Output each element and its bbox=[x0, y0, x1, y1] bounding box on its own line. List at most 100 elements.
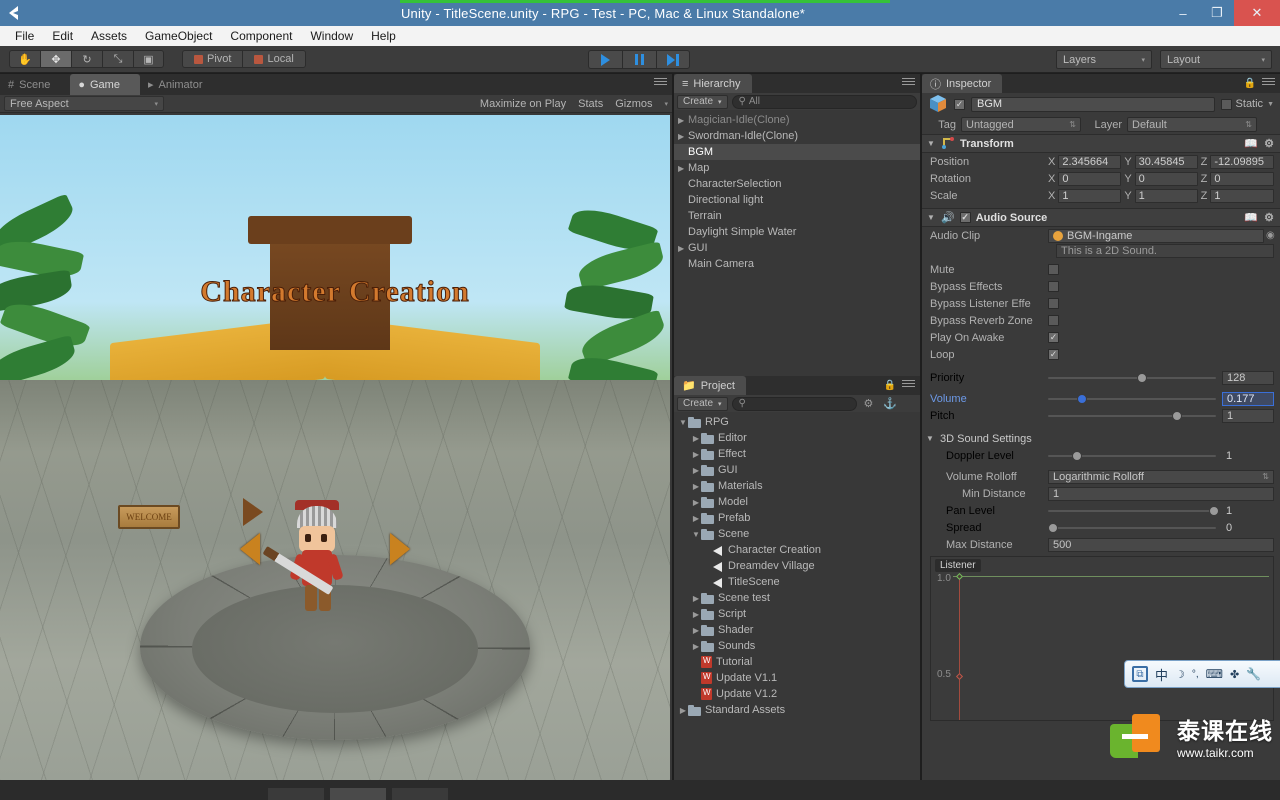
panel-options-icon[interactable] bbox=[1262, 78, 1275, 88]
gear-icon[interactable]: ⚙ bbox=[1264, 211, 1274, 224]
hierarchy-create-button[interactable]: Create ▾ bbox=[677, 94, 728, 109]
hand-tool-icon[interactable]: ✋ bbox=[9, 50, 40, 68]
menu-assets[interactable]: Assets bbox=[82, 27, 136, 45]
project-item-update-v11[interactable]: Update V1.1 bbox=[674, 670, 920, 686]
gizmos-dropdown[interactable]: Gizmos bbox=[615, 98, 652, 110]
scale-x-field[interactable]: 1 bbox=[1058, 188, 1122, 203]
doppler-level-slider[interactable] bbox=[1048, 449, 1216, 463]
maximize-on-play-toggle[interactable]: Maximize on Play bbox=[480, 98, 566, 110]
project-item-character-creation[interactable]: Character Creation bbox=[674, 542, 920, 558]
project-item-standard-assets[interactable]: ▶ Standard Assets bbox=[674, 702, 920, 718]
tag-dropdown[interactable]: Untagged ⇅ bbox=[961, 117, 1081, 132]
soft-keyboard-icon[interactable]: ⌨ bbox=[1206, 667, 1223, 681]
stats-toggle[interactable]: Stats bbox=[578, 98, 603, 110]
menu-edit[interactable]: Edit bbox=[43, 27, 82, 45]
project-search-input[interactable]: ⚲ bbox=[731, 396, 857, 411]
gear-icon[interactable]: ⚙ bbox=[1264, 137, 1274, 150]
foldout-arrow-icon[interactable]: ▼ bbox=[926, 434, 935, 443]
bypass-reverb-zones-checkbox[interactable] bbox=[1048, 315, 1059, 326]
object-name-input[interactable]: BGM bbox=[971, 96, 1215, 112]
bypass-listener-effects-checkbox[interactable] bbox=[1048, 298, 1059, 309]
foldout-arrow-icon[interactable]: ▼ bbox=[927, 213, 936, 222]
static-checkbox[interactable] bbox=[1220, 98, 1232, 110]
aspect-ratio-dropdown[interactable]: Free Aspect ▾ bbox=[4, 96, 164, 111]
pitch-slider[interactable] bbox=[1048, 409, 1216, 423]
expand-arrow-icon[interactable]: ▶ bbox=[678, 132, 688, 141]
tab-game[interactable]: ● Game bbox=[70, 74, 140, 95]
project-item-editor[interactable]: ▶ Editor bbox=[674, 430, 920, 446]
hierarchy-item-main-camera[interactable]: Main Camera bbox=[674, 256, 920, 272]
expand-arrow-icon[interactable]: ▶ bbox=[691, 450, 701, 459]
mute-checkbox[interactable] bbox=[1048, 264, 1059, 275]
hierarchy-item-map[interactable]: ▶ Map bbox=[674, 160, 920, 176]
expand-arrow-icon[interactable]: ▶ bbox=[678, 244, 688, 253]
doppler-level-value[interactable]: 1 bbox=[1222, 449, 1274, 463]
play-on-awake-checkbox[interactable]: ✓ bbox=[1048, 332, 1059, 343]
pivot-button[interactable]: Pivot bbox=[182, 50, 243, 68]
project-item-titlescene[interactable]: TitleScene bbox=[674, 574, 920, 590]
tab-project[interactable]: 📁 Project bbox=[674, 376, 746, 395]
arrow-up-indicator[interactable] bbox=[243, 498, 263, 526]
curve-keyframe-point[interactable] bbox=[955, 719, 964, 720]
position-z-field[interactable]: -12.09895 bbox=[1210, 154, 1274, 169]
filter-by-label-icon[interactable]: ⚓ bbox=[880, 397, 900, 410]
arrow-left-button[interactable] bbox=[240, 533, 260, 565]
pitch-value-field[interactable]: 1 bbox=[1222, 408, 1274, 423]
lock-icon[interactable]: 🔒 bbox=[884, 380, 896, 391]
scale-y-field[interactable]: 1 bbox=[1134, 188, 1198, 203]
layer-dropdown[interactable]: Default ⇅ bbox=[1127, 117, 1257, 132]
expand-arrow-icon[interactable]: ▶ bbox=[678, 116, 688, 125]
maximize-button[interactable]: ❐ bbox=[1200, 0, 1234, 26]
play-button[interactable] bbox=[588, 50, 622, 69]
pan-level-slider[interactable] bbox=[1048, 504, 1220, 518]
project-item-dreamdev-village[interactable]: Dreamdev Village bbox=[674, 558, 920, 574]
hierarchy-item-swordman[interactable]: ▶ Swordman-Idle(Clone) bbox=[674, 128, 920, 144]
filter-by-type-icon[interactable]: ⚙ bbox=[861, 397, 877, 410]
audio-source-enabled-checkbox[interactable]: ✓ bbox=[959, 212, 971, 223]
hierarchy-item-characterselection[interactable]: CharacterSelection bbox=[674, 176, 920, 192]
min-distance-field[interactable]: 1 bbox=[1048, 486, 1274, 501]
game-view-render[interactable]: Character Creation WELCOME bbox=[0, 115, 670, 782]
project-create-button[interactable]: Create ▾ bbox=[677, 396, 728, 411]
project-item-update-v12[interactable]: Update V1.2 bbox=[674, 686, 920, 702]
rotation-z-field[interactable]: 0 bbox=[1210, 171, 1274, 186]
tab-animator[interactable]: ▸ Animator bbox=[140, 74, 223, 95]
expand-arrow-icon[interactable]: ▶ bbox=[678, 164, 688, 173]
lock-icon[interactable]: 🔒 bbox=[1244, 78, 1256, 89]
project-item-script[interactable]: ▶ Script bbox=[674, 606, 920, 622]
bypass-effects-checkbox[interactable] bbox=[1048, 281, 1059, 292]
audio-source-component-header[interactable]: ▼ 🔊 ✓ Audio Source 📖 ⚙ bbox=[922, 208, 1280, 227]
volume-slider[interactable] bbox=[1048, 392, 1216, 406]
expand-arrow-icon[interactable]: ▼ bbox=[678, 418, 688, 427]
position-y-field[interactable]: 30.45845 bbox=[1134, 154, 1198, 169]
expand-arrow-icon[interactable]: ▶ bbox=[678, 706, 688, 715]
project-item-scene[interactable]: ▼ Scene bbox=[674, 526, 920, 542]
half-width-icon[interactable]: ☽ bbox=[1175, 668, 1185, 681]
project-item-effect[interactable]: ▶ Effect bbox=[674, 446, 920, 462]
rotation-x-field[interactable]: 0 bbox=[1058, 171, 1122, 186]
help-book-icon[interactable]: 📖 bbox=[1244, 211, 1258, 224]
expand-arrow-icon[interactable]: ▶ bbox=[691, 482, 701, 491]
object-picker-icon[interactable]: ◉ bbox=[1266, 230, 1280, 241]
tab-scene[interactable]: # Scene bbox=[0, 74, 70, 95]
close-button[interactable]: ✕ bbox=[1234, 0, 1280, 26]
expand-arrow-icon[interactable]: ▶ bbox=[691, 626, 701, 635]
project-item-materials[interactable]: ▶ Materials bbox=[674, 478, 920, 494]
hierarchy-item-bgm[interactable]: BGM bbox=[674, 144, 920, 160]
project-item-gui[interactable]: ▶ GUI bbox=[674, 462, 920, 478]
transform-component-header[interactable]: ▼ Transform 📖 ⚙ bbox=[922, 134, 1280, 153]
hierarchy-item-daylight-simple-water[interactable]: Daylight Simple Water bbox=[674, 224, 920, 240]
spread-slider[interactable] bbox=[1048, 521, 1216, 535]
scale-z-field[interactable]: 1 bbox=[1210, 188, 1274, 203]
chinese-mode-icon[interactable]: 中 bbox=[1155, 665, 1168, 684]
project-item-shader[interactable]: ▶ Shader bbox=[674, 622, 920, 638]
max-distance-field[interactable]: 500 bbox=[1048, 537, 1274, 552]
tab-hierarchy[interactable]: ≡ Hierarchy bbox=[674, 74, 752, 93]
expand-arrow-icon[interactable]: ▶ bbox=[691, 514, 701, 523]
menu-gameobject[interactable]: GameObject bbox=[136, 27, 221, 45]
spread-value[interactable]: 0 bbox=[1222, 521, 1274, 535]
hierarchy-item-gui[interactable]: ▶ GUI bbox=[674, 240, 920, 256]
rolloff-curve-editor[interactable]: Listener 1.0 0.5 bbox=[930, 556, 1274, 721]
chevron-down-icon[interactable]: ▼ bbox=[1267, 101, 1274, 108]
foldout-arrow-icon[interactable]: ▼ bbox=[927, 139, 936, 148]
